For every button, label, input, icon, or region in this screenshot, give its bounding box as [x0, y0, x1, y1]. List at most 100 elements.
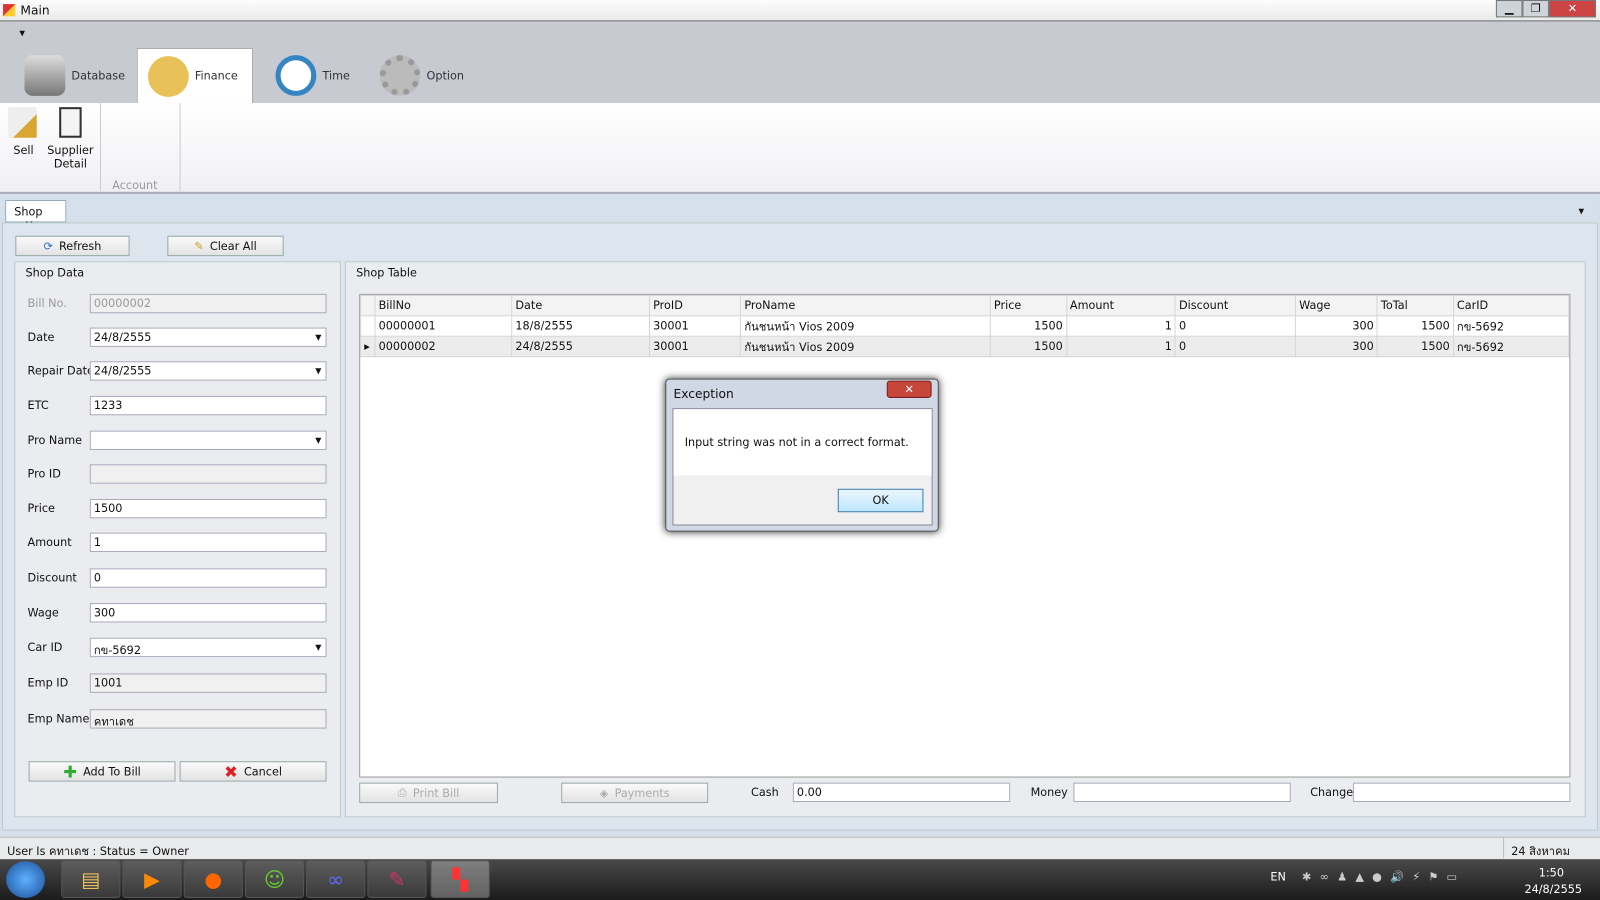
- cash-input[interactable]: 0.00: [792, 782, 1011, 803]
- sell-icon: [8, 107, 37, 138]
- table-cell[interactable]: 1500: [989, 335, 1067, 358]
- car-id-dropdown[interactable]: กข-5692: [89, 637, 327, 658]
- table-cell[interactable]: 24/8/2555: [511, 335, 651, 358]
- table-cell[interactable]: กันชนหน้า Vios 2009: [740, 335, 991, 358]
- wage-input[interactable]: 300: [89, 603, 327, 623]
- emp-name-input[interactable]: คทาเดช: [89, 709, 327, 729]
- broom-icon: ✎: [194, 239, 204, 253]
- table-cell[interactable]: 30001: [649, 315, 742, 337]
- tab-option[interactable]: Option: [369, 48, 474, 103]
- table-row[interactable]: 00000001 18/8/2555 30001 กันชนหน้า Vios 200…: [360, 315, 1570, 337]
- table-cell[interactable]: 300: [1294, 335, 1378, 358]
- table-cell[interactable]: 1500: [1376, 315, 1454, 337]
- price-input[interactable]: 1500: [89, 498, 327, 519]
- table-row[interactable]: ▸ 00000002 24/8/2555 30001 กันชนหน้า Vios 20…: [360, 335, 1570, 358]
- tab-finance[interactable]: Finance: [136, 47, 254, 104]
- user-status: User Is คทาเดช : Status = Owner: [7, 844, 189, 859]
- tray-icons[interactable]: ✱∞♟▲●🔊⚡⚑▭: [1302, 870, 1465, 883]
- messenger-taskbar-icon[interactable]: ☺: [244, 860, 305, 898]
- ribbon-panel: Account: [0, 103, 1600, 194]
- refresh-button[interactable]: ⟳ Refresh: [15, 235, 130, 257]
- supplier-detail-button[interactable]: Supplier Detail: [47, 107, 94, 170]
- explorer-taskbar-icon[interactable]: ▤: [61, 860, 121, 898]
- app-icon: [3, 4, 16, 17]
- tab-database[interactable]: Database: [14, 48, 135, 103]
- cash-label: Cash: [751, 785, 779, 799]
- shop-table[interactable]: BillNo Date ProID ProName Price Amount D…: [359, 293, 1571, 778]
- table-cell[interactable]: 1500: [1376, 335, 1454, 358]
- pro-id-input[interactable]: [89, 464, 327, 484]
- row-header: [360, 294, 376, 317]
- col-wage[interactable]: Wage: [1294, 294, 1378, 317]
- media-player-taskbar-icon[interactable]: ▶: [122, 860, 182, 898]
- emp-id-input[interactable]: 1001: [89, 673, 327, 693]
- quick-access-dropdown[interactable]: ▾: [19, 27, 25, 40]
- close-button[interactable]: ✕: [1548, 0, 1596, 18]
- pro-name-dropdown[interactable]: [89, 430, 327, 450]
- car-id-label: Car ID: [27, 640, 63, 655]
- add-to-bill-button[interactable]: ✚ Add To Bill: [28, 761, 176, 782]
- ok-button[interactable]: OK: [837, 488, 924, 513]
- print-bill-button[interactable]: ⎙ Print Bill: [359, 782, 498, 804]
- sell-button[interactable]: Sell: [8, 107, 39, 157]
- table-cell[interactable]: 18/8/2555: [511, 315, 651, 337]
- clock-time[interactable]: 1:50: [1539, 866, 1564, 879]
- bill-no-label: Bill No.: [27, 296, 67, 311]
- firefox-taskbar-icon[interactable]: ●: [183, 860, 243, 898]
- table-cell[interactable]: กันชนหน้า Vios 2009: [740, 315, 991, 337]
- col-proid[interactable]: ProID: [649, 294, 742, 317]
- table-cell[interactable]: 300: [1294, 315, 1378, 337]
- col-carid[interactable]: CarID: [1452, 294, 1570, 317]
- col-proname[interactable]: ProName: [740, 294, 991, 317]
- clear-all-button[interactable]: ✎ Clear All: [167, 235, 284, 257]
- bill-no-input[interactable]: 00000002: [89, 293, 327, 314]
- table-cell[interactable]: กข-5692: [1452, 315, 1570, 337]
- visual-studio-taskbar-icon[interactable]: ∞: [306, 860, 366, 898]
- button-label: Supplier Detail: [47, 143, 94, 171]
- table-cell[interactable]: 00000001: [374, 315, 513, 337]
- dialog-close-button[interactable]: ✕: [886, 380, 932, 398]
- language-indicator[interactable]: EN: [1270, 870, 1285, 883]
- money-bag-icon: [147, 55, 189, 97]
- exception-dialog: Exception ✕ Input string was not in a co…: [665, 378, 939, 532]
- change-input[interactable]: [1353, 782, 1571, 803]
- access-taskbar-icon[interactable]: ✎: [367, 860, 427, 898]
- table-cell[interactable]: กข-5692: [1452, 335, 1570, 358]
- row-selector[interactable]: [360, 315, 376, 337]
- date-dropdown[interactable]: 24/8/2555: [89, 327, 327, 347]
- col-price[interactable]: Price: [989, 294, 1067, 317]
- table-cell[interactable]: 30001: [649, 335, 742, 358]
- printer-icon: ⎙: [397, 785, 407, 799]
- payments-button[interactable]: ◈ Payments: [561, 782, 709, 804]
- col-date[interactable]: Date: [511, 294, 651, 317]
- tab-time[interactable]: Time: [265, 48, 360, 103]
- table-cell[interactable]: 0: [1174, 315, 1297, 337]
- repair-date-dropdown[interactable]: 24/8/2555: [89, 361, 327, 381]
- tab-list-dropdown[interactable]: ▾: [1579, 204, 1585, 217]
- main-app-taskbar-icon[interactable]: ▚: [430, 860, 490, 898]
- table-cell[interactable]: 1: [1065, 335, 1176, 358]
- money-input[interactable]: [1073, 782, 1291, 803]
- plus-icon: ✚: [63, 761, 77, 782]
- button-label: Add To Bill: [83, 764, 141, 779]
- col-discount[interactable]: Discount: [1174, 294, 1297, 317]
- table-cell[interactable]: 1500: [989, 315, 1067, 337]
- col-amount[interactable]: Amount: [1065, 294, 1176, 317]
- start-button[interactable]: [6, 861, 45, 898]
- maximize-button[interactable]: ❐: [1522, 0, 1549, 18]
- clock-date[interactable]: 24/8/2555: [1524, 883, 1582, 896]
- tag-icon: ◈: [599, 786, 609, 800]
- cancel-button[interactable]: ✖ Cancel: [179, 761, 327, 782]
- button-label: Sell: [13, 143, 34, 158]
- etc-input[interactable]: 1233: [89, 395, 327, 416]
- amount-input[interactable]: 1: [89, 532, 327, 553]
- col-billno[interactable]: BillNo: [374, 294, 513, 317]
- minimize-button[interactable]: ▁: [1495, 0, 1523, 18]
- discount-input[interactable]: 0: [89, 568, 327, 588]
- row-selector[interactable]: ▸: [360, 335, 376, 358]
- tab-shop[interactable]: Shop ✕: [5, 199, 67, 232]
- table-cell[interactable]: 1: [1065, 315, 1176, 337]
- table-cell[interactable]: 00000002: [374, 335, 513, 358]
- table-cell[interactable]: 0: [1174, 335, 1297, 358]
- col-total[interactable]: ToTal: [1376, 294, 1454, 317]
